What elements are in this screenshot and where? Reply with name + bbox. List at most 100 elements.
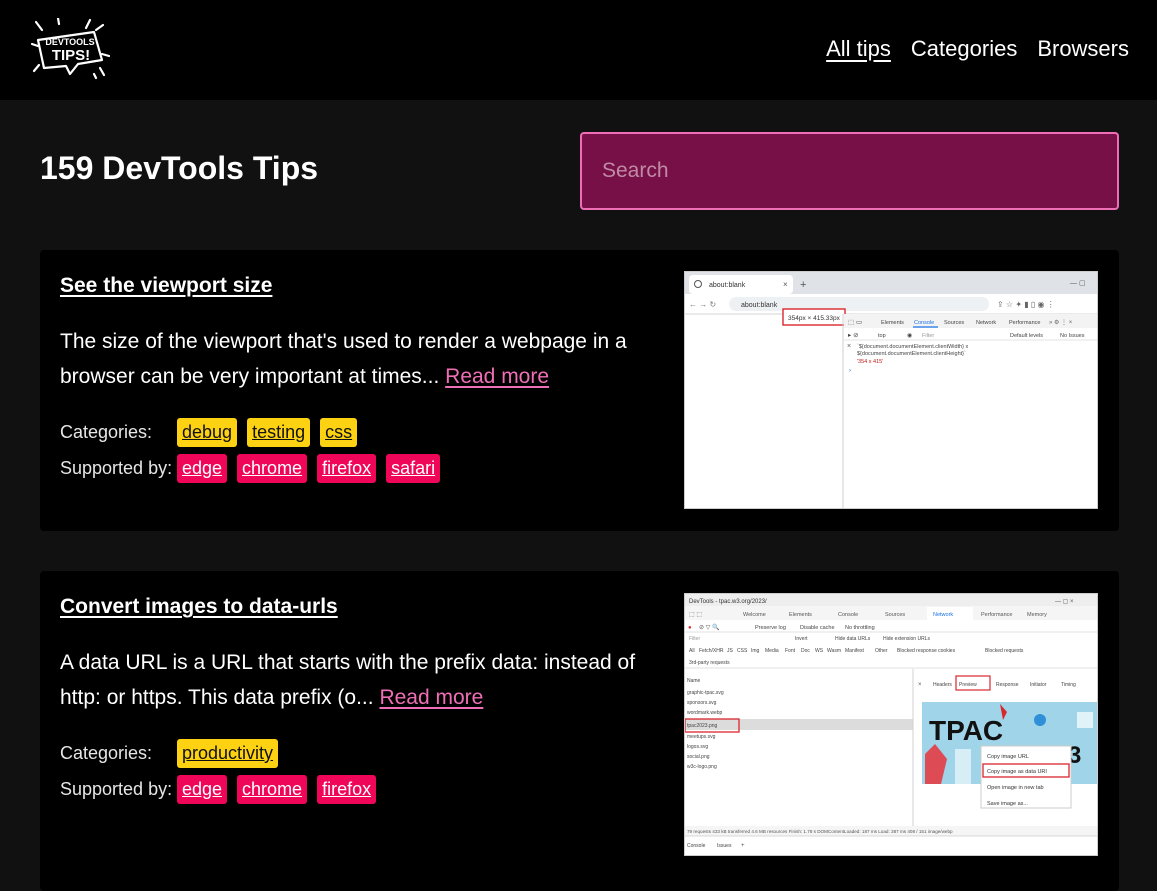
tip-title[interactable]: Convert images to data-urls <box>60 595 338 619</box>
svg-text:Filter: Filter <box>689 636 700 642</box>
browser-tag[interactable]: firefox <box>317 454 377 483</box>
categories-row: Categories: debug testing css <box>60 418 367 447</box>
screenshot-issues: No Issues <box>1060 333 1085 339</box>
screenshot-filter: Wasm <box>827 648 841 654</box>
logo-line2: TIPS! <box>52 47 90 64</box>
nav-categories[interactable]: Categories <box>911 36 1017 62</box>
category-tag[interactable]: productivity <box>177 739 279 768</box>
svg-text:◉: ◉ <box>907 333 912 339</box>
svg-text:×: × <box>783 280 788 289</box>
screenshot-code: ${document.documentElement.clientHeight}… <box>857 351 966 357</box>
browser-tag[interactable]: safari <box>386 454 441 483</box>
svg-text:▸ ⊘: ▸ ⊘ <box>848 332 859 339</box>
search-input[interactable] <box>580 132 1119 210</box>
browser-tag[interactable]: chrome <box>237 775 308 804</box>
screenshot-result: '354 x 415' <box>857 359 883 365</box>
screenshot-preview-text: TPAC <box>929 715 1003 746</box>
screenshot-devtools-tab: Elements <box>881 320 904 326</box>
screenshot-file: tpac2023.png <box>687 723 718 729</box>
tip-description-text: A data URL is a URL that starts with the… <box>60 651 636 709</box>
screenshot-address: about:blank <box>741 302 778 309</box>
tip-screenshot[interactable]: about:blank × + — ▢ ← → ↻ about:blank ⇪ … <box>684 271 1098 509</box>
screenshot-file: Name <box>687 678 701 684</box>
svg-text:» ⚙ ⋮ ×: » ⚙ ⋮ × <box>1049 319 1073 326</box>
screenshot-devtools-tab: Network <box>933 612 953 618</box>
screenshot-devtools-tab: Memory <box>1027 612 1047 618</box>
screenshot-status: 79 requests 433 kB transferred 4.6 MB re… <box>687 829 953 834</box>
screenshot-file: graphic-tpac.svg <box>687 690 724 696</box>
screenshot-devtools-tab: Welcome <box>743 612 766 618</box>
screenshot-devtools-tab: Console <box>914 320 934 326</box>
screenshot-menu-item: Open image in new tab <box>987 785 1044 791</box>
read-more-link[interactable]: Read more <box>445 365 549 388</box>
screenshot-option: Preserve log <box>755 625 786 631</box>
browser-tag[interactable]: firefox <box>317 775 377 804</box>
screenshot-third-party: 3rd-party requests <box>689 660 730 666</box>
category-tag[interactable]: css <box>320 418 358 447</box>
screenshot-filter: Manifest <box>845 648 865 654</box>
screenshot-filter: All <box>689 648 695 654</box>
screenshot-file: sponsors.svg <box>687 700 717 706</box>
category-tag[interactable]: debug <box>177 418 238 447</box>
screenshot-code: `${document.documentElement.clientWidth}… <box>857 344 969 350</box>
screenshot-file: social.png <box>687 754 710 760</box>
screenshot-extra-filter: Hide data URLs <box>835 636 871 642</box>
screenshot-drawer-tab: Console <box>687 843 706 849</box>
screenshot-devtools-tab: Sources <box>885 612 905 618</box>
screenshot-filter: Img <box>751 648 760 654</box>
svg-text:+: + <box>800 279 806 291</box>
nav-all-tips[interactable]: All tips <box>826 36 891 62</box>
tip-title[interactable]: See the viewport size <box>60 274 272 298</box>
nav-browsers[interactable]: Browsers <box>1037 36 1129 62</box>
screenshot-filter: JS <box>727 648 734 654</box>
read-more-link[interactable]: Read more <box>379 686 483 709</box>
screenshot-size-readout: 354px × 415.33px <box>788 315 841 322</box>
screenshot-filter: Filter <box>922 333 934 339</box>
screenshot-devtools-tab: Performance <box>1009 320 1041 326</box>
tip-description: A data URL is a URL that starts with the… <box>60 645 670 715</box>
svg-text:⬚ ⬚: ⬚ ⬚ <box>689 612 702 618</box>
screenshot-file: meetups.svg <box>687 734 716 740</box>
screenshot-devtools-tab: Console <box>838 612 858 618</box>
screenshot-devtools-tab: Sources <box>944 320 964 326</box>
logo-line1: DEVTOOLS <box>45 37 94 47</box>
screenshot-option: No throttling <box>845 625 875 631</box>
screenshot-filter: Media <box>765 648 779 654</box>
svg-text:— ▢ ×: — ▢ × <box>1055 599 1074 605</box>
screenshot-window-title: DevTools - tpac.w3.org/2023/ <box>689 599 767 605</box>
screenshot-filter: Font <box>785 648 796 654</box>
page-title: 159 DevTools Tips <box>40 150 319 186</box>
svg-text:⇪ ☆ ✦ ▮ ▯ ◉ ⋮: ⇪ ☆ ✦ ▮ ▯ ◉ ⋮ <box>997 300 1055 309</box>
site-logo[interactable]: DEVTOOLS TIPS! <box>30 16 111 82</box>
tip-card: Convert images to data-urls A data URL i… <box>40 571 1119 891</box>
site-header: DEVTOOLS TIPS! All tips Categories Brows… <box>0 0 1157 100</box>
browser-tag[interactable]: chrome <box>237 454 308 483</box>
svg-text:+: + <box>741 843 745 849</box>
screenshot-menu-item: Copy image as data URI <box>987 769 1047 775</box>
svg-text:⬚ ▭: ⬚ ▭ <box>848 319 862 326</box>
browser-tag[interactable]: edge <box>177 775 228 804</box>
screenshot-filter: Other <box>875 648 888 654</box>
svg-text:›: › <box>849 368 851 374</box>
browser-tag[interactable]: edge <box>177 454 228 483</box>
category-tag[interactable]: testing <box>247 418 311 447</box>
screenshot-detail-tab: Headers <box>933 682 952 688</box>
screenshot-levels: Default levels <box>1010 333 1043 339</box>
screenshot-menu-item: Copy image URL <box>987 754 1029 760</box>
screenshot-file: logos.svg <box>687 744 708 750</box>
screenshot-filter: Fetch/XHR <box>699 648 724 654</box>
svg-text:×: × <box>847 343 851 350</box>
main-nav: All tips Categories Browsers <box>826 36 1129 62</box>
screenshot-option: Disable cache <box>800 625 835 631</box>
svg-text:← → ↻: ← → ↻ <box>689 300 716 309</box>
supported-by-label: Supported by: <box>60 779 173 799</box>
screenshot-devtools-tab: Elements <box>789 612 812 618</box>
svg-text:●: ● <box>688 625 692 631</box>
screenshot-file: w3c-logo.png <box>687 764 717 770</box>
browsers-row: Supported by: edge chrome firefox <box>60 775 386 804</box>
tip-screenshot[interactable]: DevTools - tpac.w3.org/2023/ — ▢ × ⬚ ⬚ W… <box>684 593 1098 856</box>
screenshot-extra-filter: Blocked response cookies <box>897 648 956 654</box>
svg-text:⊘ ▽ 🔍: ⊘ ▽ 🔍 <box>699 623 720 631</box>
screenshot-filter: WS <box>815 648 824 654</box>
screenshot-detail-tab: Timing <box>1061 682 1076 688</box>
